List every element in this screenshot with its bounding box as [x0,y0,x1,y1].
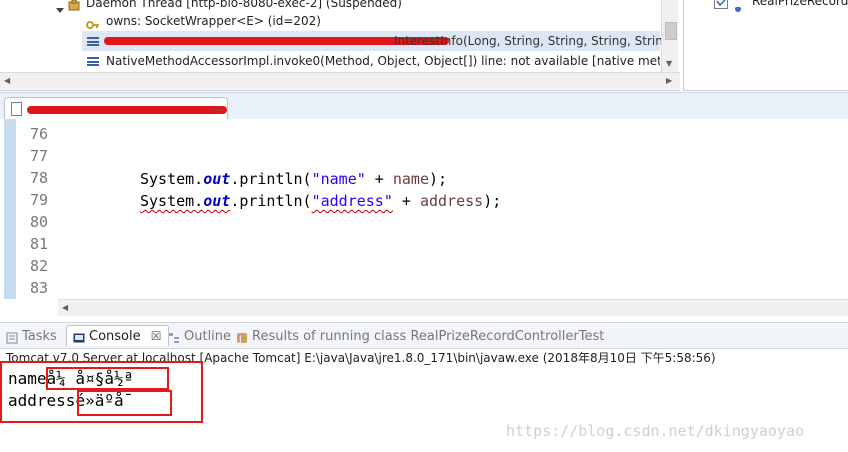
native-frame-text: NativeMethodAccessorImpl.invoke0(Method,… [106,54,660,68]
scroll-thumb[interactable] [665,22,677,40]
stack-frame-native[interactable]: NativeMethodAccessorImpl.invoke0(Method,… [0,51,660,71]
right-panel-item-label: RealPrizeRecordC [752,0,848,8]
code-token: ); [429,170,448,188]
editor-ruler [4,119,16,299]
key-icon [86,16,100,29]
tasks-icon [6,331,18,343]
svg-text:J: J [238,335,242,344]
editor-horizontal-scrollbar[interactable]: ◀ [58,299,848,316]
stack-frame-icon [87,57,99,66]
code-token: + [392,192,420,210]
line-number: 79 [29,191,48,209]
line-number: 80 [29,213,48,231]
stack-frame-icon [87,37,99,46]
tab-console[interactable]: Console ☒ [66,325,169,346]
annotation-box-address-value [77,390,172,416]
editor-tab-bar: ... [0,92,848,120]
owns-row[interactable]: owns: SocketWrapper<E> (id=202) [0,11,660,31]
code-token: + [365,170,393,188]
code-token-field: out [203,170,231,188]
line-number: 77 [29,147,48,165]
close-icon[interactable]: ☒ [151,329,162,343]
console-icon [73,331,85,343]
code-line-78[interactable]: System.out.println("name" + name); [140,168,447,190]
tab-outline[interactable]: Outline [168,327,231,347]
editor-tab-active[interactable]: ... [4,97,228,120]
java-file-icon [11,102,22,116]
scroll-left-icon[interactable]: ◀ [62,304,68,312]
line-number: 83 [29,279,48,297]
scroll-down-icon[interactable]: ▼ [666,60,672,68]
code-token-field: out [203,192,231,210]
thread-icon [68,0,80,11]
tab-label: Results of running class RealPrizeRecord… [252,329,605,344]
code-token: System. [140,192,204,210]
tab-label: Console [89,329,141,344]
code-line-79[interactable]: System.out.println("address" + address); [140,190,501,212]
checkbox-icon[interactable] [714,0,728,9]
tab-label: Outline [184,329,232,344]
code-token-string: "name" [311,170,366,188]
code-token-variable: address [419,192,484,210]
scroll-right-icon[interactable]: ▶ [666,77,672,85]
line-number: 81 [29,235,48,253]
junit-icon: J [236,331,248,345]
expand-arrow-icon[interactable] [56,0,64,13]
debug-vertical-scrollbar[interactable]: ▼ [661,0,678,72]
code-token: ); [483,192,502,210]
debug-stack-view: Daemon Thread [http-bio-8080-exec-2] (Su… [0,0,680,91]
tab-junit-results[interactable]: J Results of running class RealPrizeReco… [236,327,604,347]
scroll-left-icon[interactable]: ◀ [4,77,10,85]
code-token: .println( [230,192,312,210]
test-item-icon [734,0,746,12]
line-number: 82 [29,257,48,275]
code-token-string: "address" [311,192,393,210]
stack-frame-selected[interactable]: InterestInfo(Long, String, String, Strin… [82,31,674,51]
tab-tasks[interactable]: Tasks [6,327,57,347]
outline-icon [168,331,180,343]
editor-tab-label: ... [211,100,223,114]
code-token: System. [140,170,204,188]
debug-horizontal-scrollbar[interactable]: ◀ ▶ [0,72,680,89]
redaction-mark [27,106,227,114]
owns-label: owns: SocketWrapper<E> (id=202) [106,14,321,28]
stack-frame-text: InterestInfo(Long, String, String, Strin… [394,34,675,48]
tab-label: Tasks [22,329,57,344]
code-editor[interactable]: 76 77 78 79 80 81 82 83 System.out.print… [0,119,848,299]
line-number: 78 [29,169,48,187]
right-panel: RealPrizeRecordC [683,0,848,91]
line-number: 76 [29,125,48,143]
code-token: .println( [230,170,312,188]
code-token-variable: name [392,170,429,188]
annotation-box-name-value [46,367,169,390]
watermark: https://blog.csdn.net/dkingyaoyao [506,422,805,440]
console-tab-bar: Tasks Console ☒ Outline J Results of run… [0,322,848,349]
